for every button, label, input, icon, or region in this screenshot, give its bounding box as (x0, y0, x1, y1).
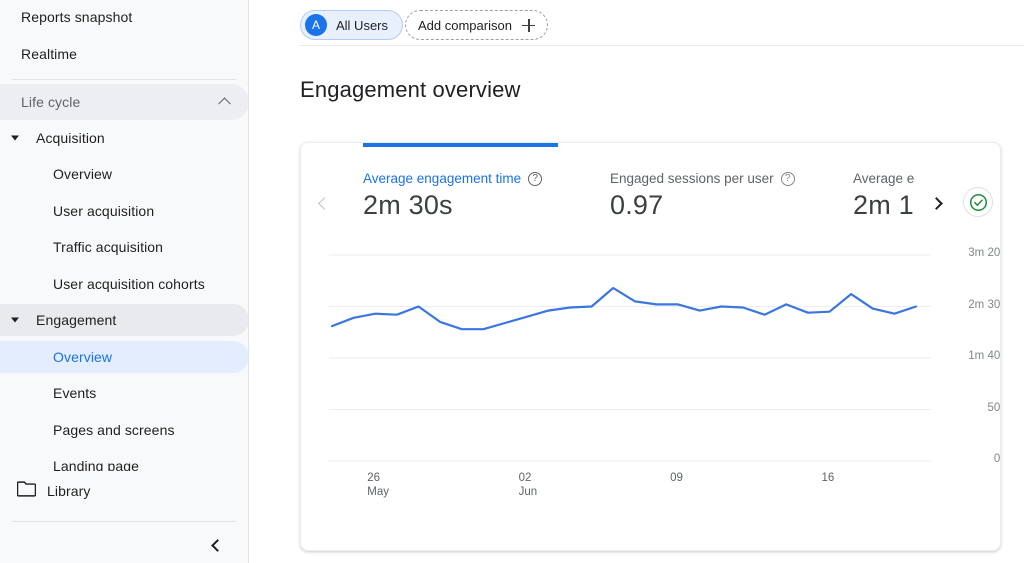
sidebar-section-engagement[interactable]: Engagement (0, 304, 248, 336)
sidebar-item-label: User acquisition (53, 203, 155, 219)
plus-icon (521, 18, 535, 32)
avatar: A (305, 14, 327, 36)
sidebar-item-pages-and-screens[interactable]: Pages and screens (0, 414, 248, 446)
metric-carousel-prev-button[interactable] (311, 191, 335, 215)
sidebar-item-label: Library (47, 483, 91, 499)
chart-x-tick-label: 02 Jun (518, 472, 538, 498)
metric-label: Average engagement time ? (363, 171, 543, 186)
chart-series-line (330, 286, 918, 331)
all-users-segment-chip[interactable]: A All Users (300, 10, 404, 40)
caret-down-icon (11, 135, 19, 141)
check-circle-icon (969, 193, 987, 211)
chart-gridlines (329, 254, 931, 462)
engagement-time-line-chart[interactable]: 3m 20s 2m 30s 1m 40s 50s 0s 26May 02Jun 09 16 (301, 243, 1001, 503)
sidebar-item-realtime[interactable]: Realtime (0, 38, 248, 70)
chevron-left-icon (318, 196, 331, 210)
left-navigation-sidebar: Reports snapshot Realtime Life cycle Acq… (0, 0, 249, 563)
folder-icon (16, 480, 37, 502)
sidebar-item-label: Events (53, 385, 97, 401)
sidebar-item-library[interactable]: Library (0, 475, 248, 507)
help-circle-icon[interactable]: ? (528, 171, 543, 186)
sidebar-item-user-acquisition[interactable]: User acquisition (0, 195, 248, 227)
active-metric-tab-indicator (363, 143, 558, 147)
main-content: A All Users Add comparison Engagement ov… (249, 0, 1024, 563)
chart-y-tick-label: 50s (987, 401, 1001, 414)
sidebar-item-label: Realtime (21, 46, 78, 62)
sidebar-item-label: Pages and screens (53, 422, 175, 438)
sidebar-item-label: Traffic acquisition (53, 239, 164, 255)
status-badge[interactable] (963, 187, 993, 217)
sidebar-item-label: User acquisition cohorts (53, 276, 205, 292)
metric-engaged-sessions-per-user[interactable]: Engaged sessions per user ? 0.97 (610, 171, 795, 221)
metric-average-engagement-time[interactable]: Average engagement time ? 2m 30s (363, 171, 543, 221)
sidebar-item-engagement-overview[interactable]: Overview (0, 341, 248, 373)
sidebar-item-label: Reports snapshot (21, 9, 133, 25)
sidebar-section-acquisition[interactable]: Acquisition (0, 122, 248, 154)
chart-y-tick-label: 3m 20s (968, 247, 1001, 259)
add-comparison-label: Add comparison (418, 17, 512, 33)
metric-carousel: Average engagement time ? 2m 30s Engaged… (301, 157, 1000, 231)
metric-value: 0.97 (610, 190, 664, 220)
sidebar-divider-bottom (12, 521, 236, 522)
metric-label: Average e (853, 171, 915, 186)
sidebar-item-traffic-acquisition[interactable]: Traffic acquisition (0, 231, 248, 263)
sidebar-collapse-button[interactable] (202, 531, 230, 559)
chart-x-tick-label: 16 (821, 472, 835, 484)
sidebar-item-acquisition-overview[interactable]: Overview (0, 158, 248, 190)
sidebar-group-life-cycle[interactable]: Life cycle (0, 84, 248, 120)
chevron-up-icon (218, 97, 231, 111)
sidebar-item-user-acquisition-cohorts[interactable]: User acquisition cohorts (0, 268, 248, 300)
add-comparison-button[interactable]: Add comparison (405, 10, 548, 40)
sidebar-item-label: Overview (53, 349, 113, 365)
metric-label: Engaged sessions per user ? (610, 171, 795, 186)
sidebar-item-reports-snapshot[interactable]: Reports snapshot (0, 1, 248, 33)
page-title: Engagement overview (300, 76, 521, 102)
chart-x-tick-label: 26 May (367, 472, 389, 498)
chevron-right-icon (930, 196, 943, 210)
chart-y-tick-label: 0s (993, 453, 1001, 465)
metric-carousel-next-button[interactable] (926, 191, 950, 215)
chart-svg (329, 254, 931, 462)
comparison-toolbar: A All Users Add comparison (300, 0, 1024, 46)
chart-y-tick-label: 2m 30s (968, 298, 1001, 311)
metric-value: 2m 30s (363, 190, 453, 220)
sidebar-group-label: Life cycle (21, 94, 81, 110)
chart-y-tick-label: 1m 40s (968, 350, 1001, 362)
chevron-left-icon (211, 538, 224, 552)
engagement-overview-card: Average engagement time ? 2m 30s Engaged… (300, 142, 1001, 551)
help-circle-icon[interactable]: ? (780, 171, 795, 186)
sidebar-divider-top (12, 79, 236, 80)
all-users-label: All Users (336, 17, 389, 33)
sidebar-item-label: Overview (53, 166, 113, 182)
sidebar-item-events[interactable]: Events (0, 377, 248, 409)
chart-x-tick-label: 09 (670, 472, 683, 484)
analytics-app: Reports snapshot Realtime Life cycle Acq… (0, 0, 1024, 563)
caret-down-icon (11, 317, 19, 323)
